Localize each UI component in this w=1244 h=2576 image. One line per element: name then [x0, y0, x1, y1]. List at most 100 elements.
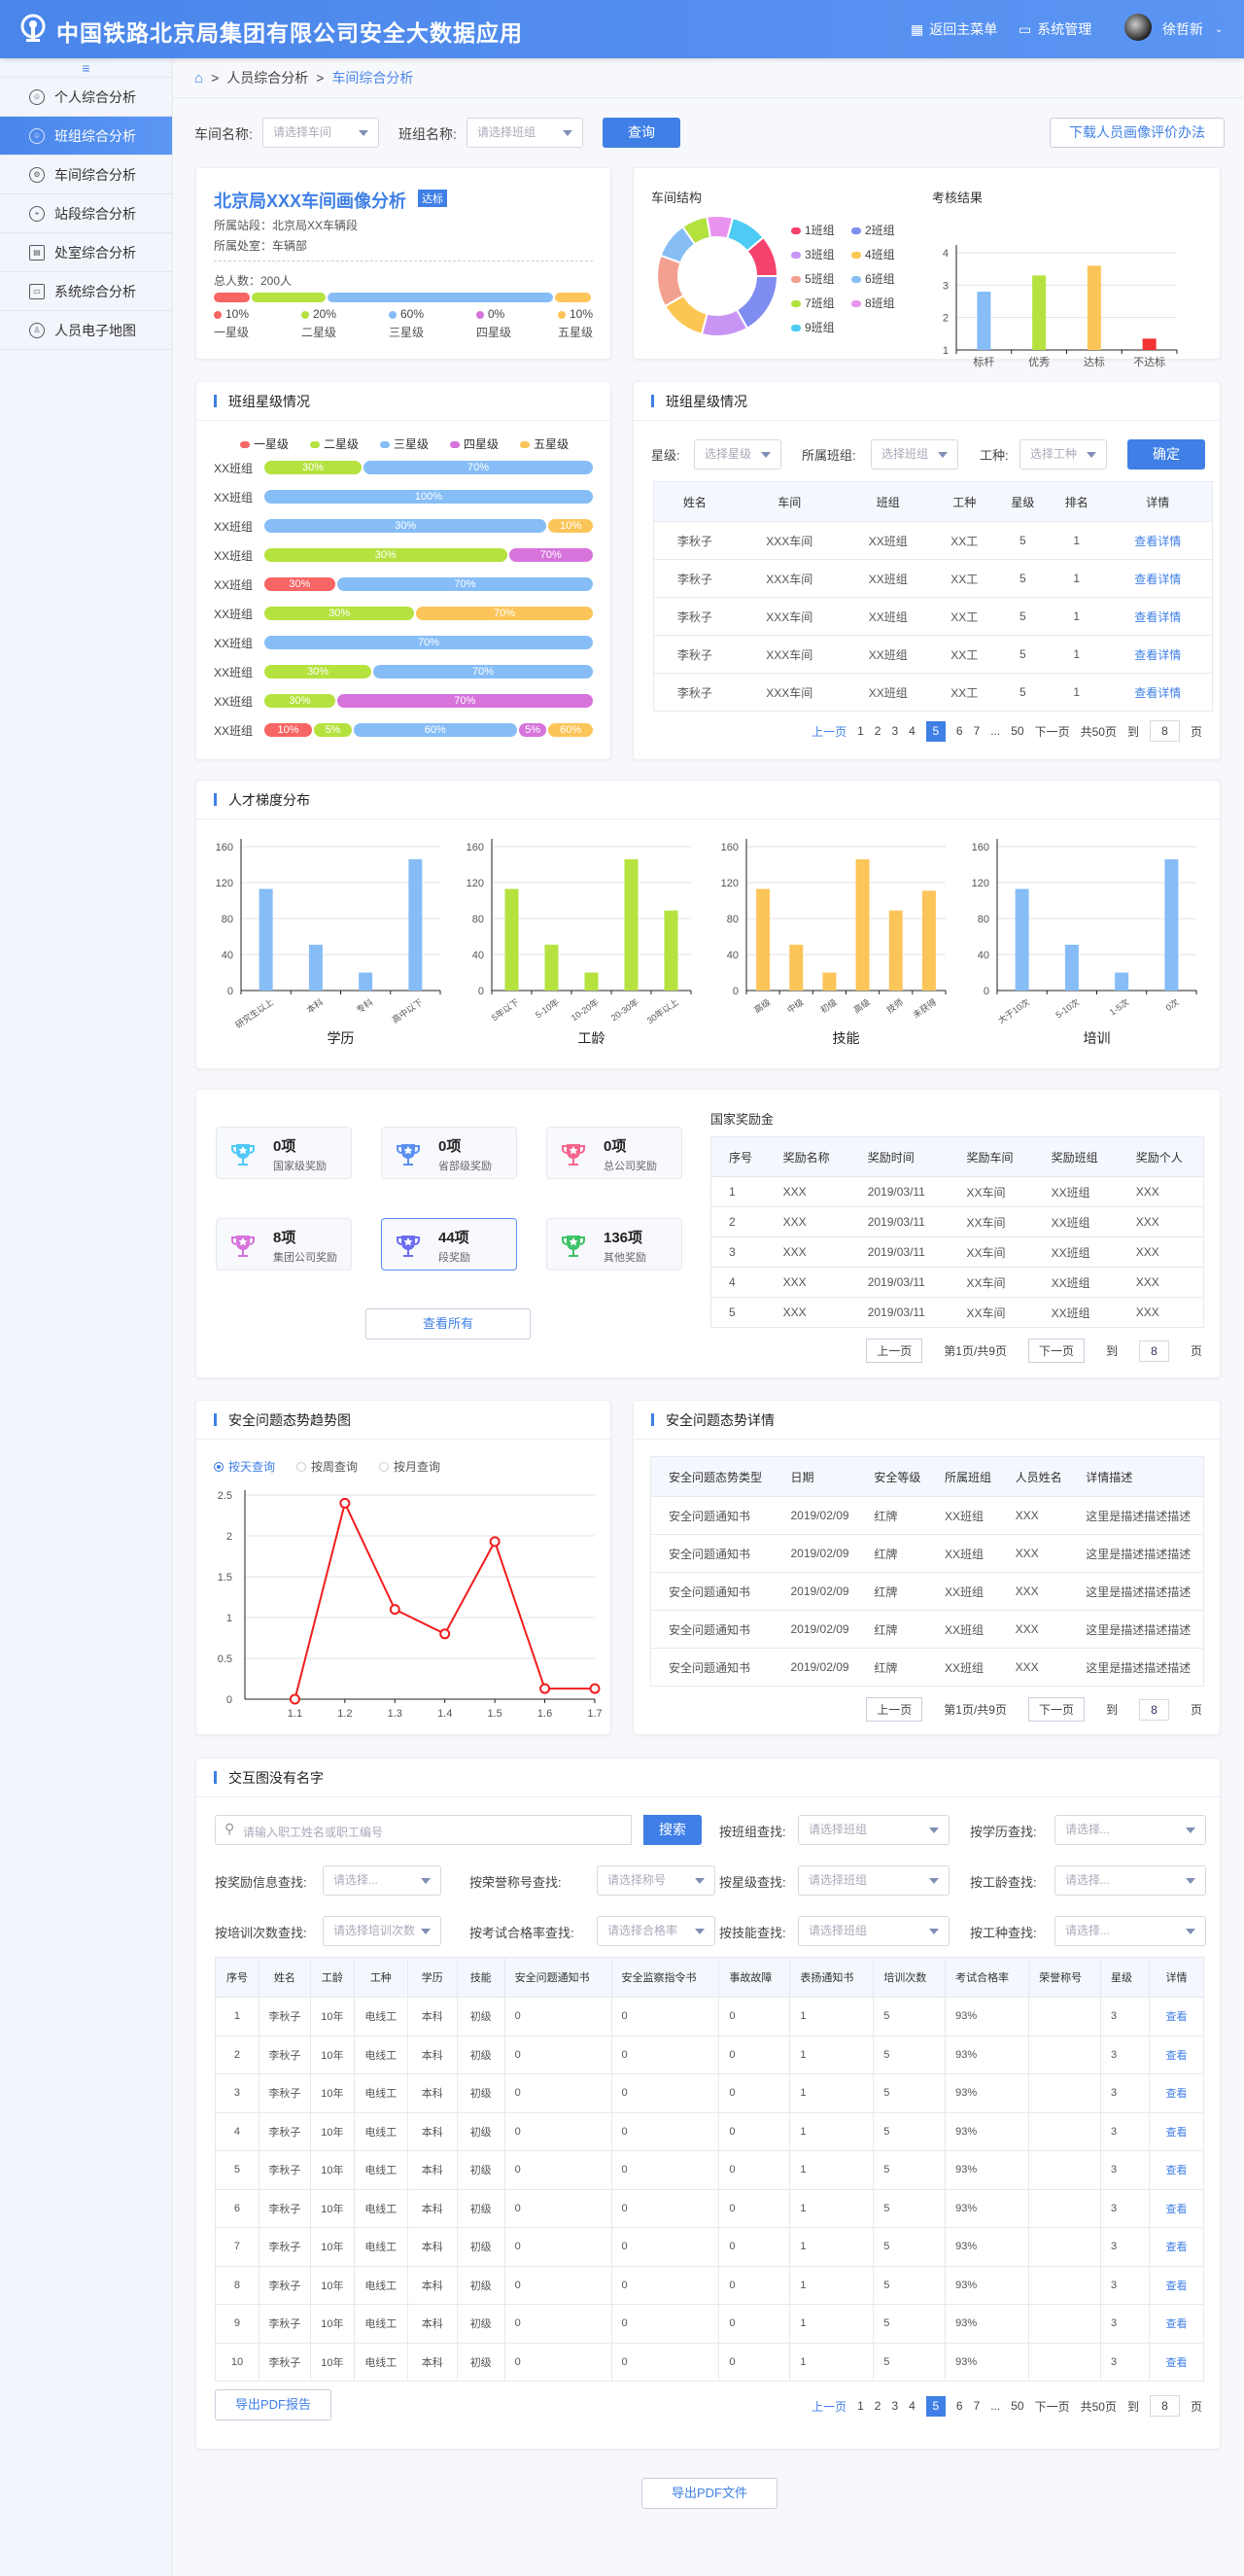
bar[interactable]: [584, 972, 599, 992]
bar[interactable]: [1142, 338, 1157, 350]
detail-link[interactable]: 查看详情: [1103, 521, 1213, 560]
breadcrumb-item[interactable]: 人员综合分析: [226, 68, 308, 87]
page-number[interactable]: 5: [925, 720, 946, 742]
star-segment[interactable]: 70%: [416, 607, 593, 620]
sidebar-item-team[interactable]: ☺ 班组综合分析: [0, 117, 172, 156]
team-select[interactable]: 选择班组: [871, 439, 958, 470]
star-segment[interactable]: 30%: [264, 519, 547, 533]
page-number[interactable]: 3: [891, 2399, 898, 2413]
filter-select[interactable]: 请选择...: [1054, 1916, 1206, 1946]
bar[interactable]: [1015, 888, 1029, 991]
radio-option[interactable]: 按周查询: [296, 1458, 358, 1475]
detail-link[interactable]: 查看: [1148, 2265, 1205, 2305]
detail-link[interactable]: 查看: [1148, 2188, 1205, 2228]
workshop-select[interactable]: 请选择车间: [262, 118, 379, 148]
star-segment[interactable]: 100%: [264, 490, 593, 504]
page-number[interactable]: 2: [875, 724, 881, 738]
award-tile[interactable]: 8项 集团公司奖励: [216, 1218, 352, 1271]
star-segment[interactable]: 70%: [264, 636, 593, 649]
sidebar-item-map[interactable]: ♙ 人员电子地图: [0, 311, 172, 350]
radio-option[interactable]: 按天查询: [214, 1458, 275, 1475]
avatar[interactable]: [1124, 14, 1152, 41]
filter-select[interactable]: 请选择班组: [798, 1916, 950, 1946]
bar[interactable]: [624, 858, 639, 991]
star-segment[interactable]: 70%: [336, 577, 593, 591]
detail-link[interactable]: 查看详情: [1103, 559, 1213, 598]
hamburger-menu-icon[interactable]: ≡: [0, 58, 172, 78]
page-number[interactable]: 4: [909, 2399, 916, 2413]
detail-link[interactable]: 查看详情: [1103, 673, 1213, 712]
prev-page-link[interactable]: 上一页: [812, 2398, 847, 2415]
data-point[interactable]: [589, 1683, 601, 1694]
star-segment[interactable]: 30%: [264, 548, 507, 562]
back-to-menu-button[interactable]: ▦ 返回主菜单: [911, 19, 997, 39]
star-segment[interactable]: 70%: [336, 694, 593, 708]
star-select[interactable]: 选择星级: [694, 439, 781, 470]
page-number[interactable]: 6: [956, 2399, 963, 2413]
filter-select[interactable]: 请选择...: [1054, 1865, 1206, 1896]
bar[interactable]: [504, 888, 519, 991]
user-menu[interactable]: 徐哲新 ⌄: [1162, 19, 1223, 39]
star-segment[interactable]: 5%: [314, 723, 352, 737]
filter-select[interactable]: 请选择班组: [798, 1815, 950, 1845]
page-number[interactable]: 1: [857, 724, 864, 738]
data-point[interactable]: [389, 1604, 400, 1616]
detail-link[interactable]: 查看: [1148, 1997, 1205, 2036]
bar[interactable]: [359, 972, 373, 992]
detail-link[interactable]: 查看: [1148, 2035, 1205, 2074]
next-page-button[interactable]: 下一页: [1027, 1339, 1085, 1363]
star-segment[interactable]: 10%: [548, 519, 593, 533]
sidebar-item-personal[interactable]: ☺ 个人综合分析: [0, 78, 172, 117]
data-point[interactable]: [539, 1683, 551, 1694]
prev-page-link[interactable]: 上一页: [812, 723, 847, 740]
detail-link[interactable]: 查看详情: [1103, 635, 1213, 674]
bar[interactable]: [544, 944, 559, 991]
filter-select[interactable]: 请选择...: [1054, 1815, 1206, 1845]
bar[interactable]: [408, 858, 423, 991]
data-point[interactable]: [439, 1628, 451, 1640]
award-tile[interactable]: 136项 其他奖励: [546, 1218, 682, 1271]
sidebar-item-system[interactable]: ▭ 系统综合分析: [0, 272, 172, 311]
bar[interactable]: [308, 944, 323, 991]
star-segment[interactable]: 70%: [373, 665, 593, 679]
home-icon[interactable]: ⌂: [194, 70, 203, 87]
prev-page-button[interactable]: 上一页: [866, 1697, 923, 1722]
bar[interactable]: [1164, 858, 1179, 991]
detail-link[interactable]: 查看: [1148, 2342, 1205, 2382]
bar[interactable]: [756, 888, 771, 991]
goto-page-input[interactable]: 8: [1138, 1698, 1169, 1721]
page-number[interactable]: 2: [875, 2399, 881, 2413]
bar[interactable]: [822, 972, 837, 992]
export-pdf-file-button[interactable]: 导出PDF文件: [641, 2478, 778, 2509]
page-number[interactable]: 5: [925, 2395, 946, 2417]
data-point[interactable]: [289, 1693, 300, 1705]
bar[interactable]: [1032, 275, 1047, 350]
bar[interactable]: [921, 890, 936, 991]
bar[interactable]: [664, 910, 678, 991]
goto-page-input[interactable]: 8: [1138, 1340, 1169, 1362]
award-tile[interactable]: 0项 总公司奖励: [546, 1127, 682, 1179]
page-number[interactable]: 6: [956, 724, 963, 738]
page-number[interactable]: ...: [990, 2399, 1000, 2413]
detail-link[interactable]: 查看: [1148, 2150, 1205, 2190]
filter-select[interactable]: 请选择...: [323, 1865, 441, 1896]
bar[interactable]: [977, 292, 991, 350]
page-number[interactable]: 50: [1011, 2399, 1023, 2413]
star-segment[interactable]: 30%: [264, 577, 335, 591]
bar[interactable]: [789, 944, 804, 991]
search-button[interactable]: 搜索: [643, 1815, 702, 1845]
award-tile[interactable]: 44项 段奖励: [381, 1218, 517, 1271]
star-segment[interactable]: 30%: [264, 607, 415, 620]
bar[interactable]: [1115, 972, 1129, 992]
radio-option[interactable]: 按月查询: [379, 1458, 440, 1475]
award-tile[interactable]: 0项 国家级奖励: [216, 1127, 352, 1179]
page-number[interactable]: 1: [857, 2399, 864, 2413]
detail-link[interactable]: 查看: [1148, 2111, 1205, 2151]
star-segment[interactable]: 60%: [548, 723, 593, 737]
data-point[interactable]: [489, 1536, 501, 1548]
sidebar-item-office[interactable]: ▤ 处室综合分析: [0, 233, 172, 272]
bar[interactable]: [1087, 265, 1101, 350]
star-segment[interactable]: 10%: [264, 723, 312, 737]
award-tile[interactable]: 0项 省部级奖励: [381, 1127, 517, 1179]
sidebar-item-station[interactable]: ⌖ 站段综合分析: [0, 194, 172, 233]
